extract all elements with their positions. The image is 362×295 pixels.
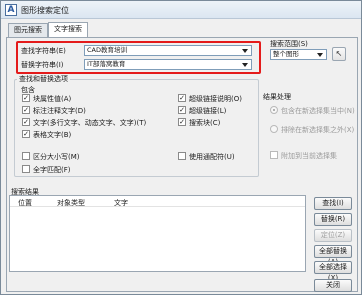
chevron-down-icon[interactable] [317,53,323,57]
locate-button[interactable]: 定位(Z) [314,229,352,242]
column-text[interactable]: 文字 [114,198,128,208]
replace-all-button[interactable]: 全部替换(A) [314,245,352,266]
app-icon: A [5,4,17,16]
checkbox-wildcards[interactable]: 使用通配符(U) [178,152,235,163]
search-scope-value: 整个图形 [273,50,299,58]
radio-exclude-selection[interactable]: 排除在新选择集之外(X) [270,125,354,135]
result-process-title: 结果处理 [263,93,291,101]
checkbox-hyperlink-desc[interactable]: ✓ 超级链接说明(O) [178,94,242,105]
column-object-type[interactable]: 对象类型 [57,198,85,208]
checkbox-match-case[interactable]: 区分大小写(M) [22,152,80,163]
checkbox-block-attributes[interactable]: ✓ 块属性值(A) [22,94,71,105]
checkmark-icon: ✓ [178,118,186,126]
select-objects-button[interactable]: ↖ [332,47,346,61]
cursor-icon: ↖ [335,49,343,58]
highlight-box [16,41,261,74]
checkmark-icon: ✓ [22,106,30,114]
checkbox-table-text[interactable]: ✓ 表格文字(B) [22,130,71,141]
results-list[interactable]: 位置 对象类型 文字 [9,195,306,272]
tab-text-search[interactable]: 文字搜索 [48,22,88,37]
select-all-button[interactable]: 全部选择(X) [314,261,352,282]
results-header: 位置 对象类型 文字 [10,196,305,207]
window-title: 图形搜索定位 [21,6,69,15]
radio-include-selection[interactable]: 包含在新选择集当中(N) [270,106,355,116]
close-button[interactable]: 关闭 [314,279,352,292]
search-scope-select[interactable]: 整个图形 [270,49,327,60]
checkbox-dimension-text[interactable]: ✓ 标注注释文字(D) [22,106,86,117]
replace-button[interactable]: 替换(R) [314,213,352,226]
checkmark-icon: ✓ [22,130,30,138]
dialog-window: A 图形搜索定位 图元搜索 文字搜索 查找字符串(E) CAD教育培训 替换字符… [0,0,362,295]
title-bar: A 图形搜索定位 [1,1,361,19]
checkbox-whole-word[interactable]: 全字匹配(F) [22,165,71,176]
search-scope-label: 搜索范围(S) [270,40,308,48]
checkmark-icon: ✓ [22,118,30,126]
column-position[interactable]: 位置 [18,198,32,208]
checkbox-text[interactable]: ✓ 文字(多行文字、动态文字、文字)(T) [22,118,146,129]
tab-entity-search[interactable]: 图元搜索 [8,23,48,37]
checkbox-append-selection[interactable]: 附加到当前选择集 [270,151,337,162]
checkmark-icon: ✓ [22,94,30,102]
checkmark-icon: ✓ [178,94,186,102]
find-button[interactable]: 查找(I) [314,197,352,210]
options-title: 查找和替换选项 [17,74,70,84]
checkbox-search-blocks[interactable]: ✓ 搜索块(C) [178,118,220,129]
checkbox-hyperlink[interactable]: ✓ 超级链接(L) [178,106,226,117]
checkmark-icon: ✓ [178,106,186,114]
